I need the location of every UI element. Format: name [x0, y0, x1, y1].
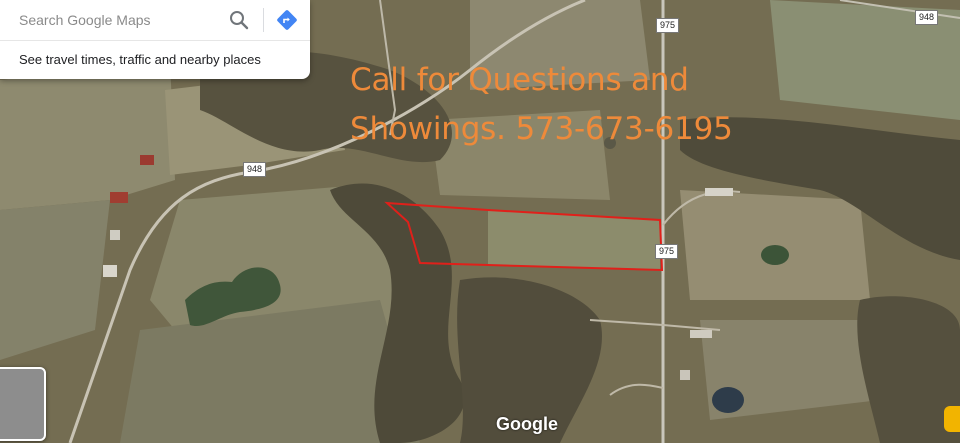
pond-bottom-right [712, 387, 744, 413]
directions-icon[interactable] [275, 8, 299, 32]
overlay-callout: Call for Questions and Showings. 573-673… [350, 56, 733, 154]
house-bottom [680, 370, 690, 380]
google-attribution: Google [496, 414, 558, 434]
search-icon[interactable] [227, 8, 251, 32]
road-shield-975-mid: 975 [655, 244, 679, 259]
pond-right [761, 245, 789, 265]
barn-red-1 [140, 155, 154, 165]
travel-times-link[interactable]: See travel times, traffic and nearby pla… [19, 52, 261, 67]
road-shield-948-top: 948 [915, 10, 939, 25]
search-card: See travel times, traffic and nearby pla… [0, 0, 310, 79]
search-row [0, 0, 310, 41]
house-right-1 [705, 188, 733, 196]
road-shield-975-top: 975 [656, 18, 680, 33]
layers-thumbnail-icon[interactable] [0, 367, 46, 441]
silo-1 [110, 230, 120, 240]
road-shield-948-left: 948 [243, 162, 267, 177]
search-divider [263, 8, 264, 32]
street-view-pegman-icon[interactable] [944, 406, 960, 432]
barn-red-2 [110, 192, 128, 203]
overlay-line-2: Showings. 573-673-6195 [350, 111, 733, 147]
barn-white-1 [103, 265, 117, 277]
search-input[interactable] [19, 10, 219, 30]
overlay-line-1: Call for Questions and [350, 62, 689, 98]
house-right-2 [690, 330, 712, 338]
field-left [0, 60, 175, 210]
